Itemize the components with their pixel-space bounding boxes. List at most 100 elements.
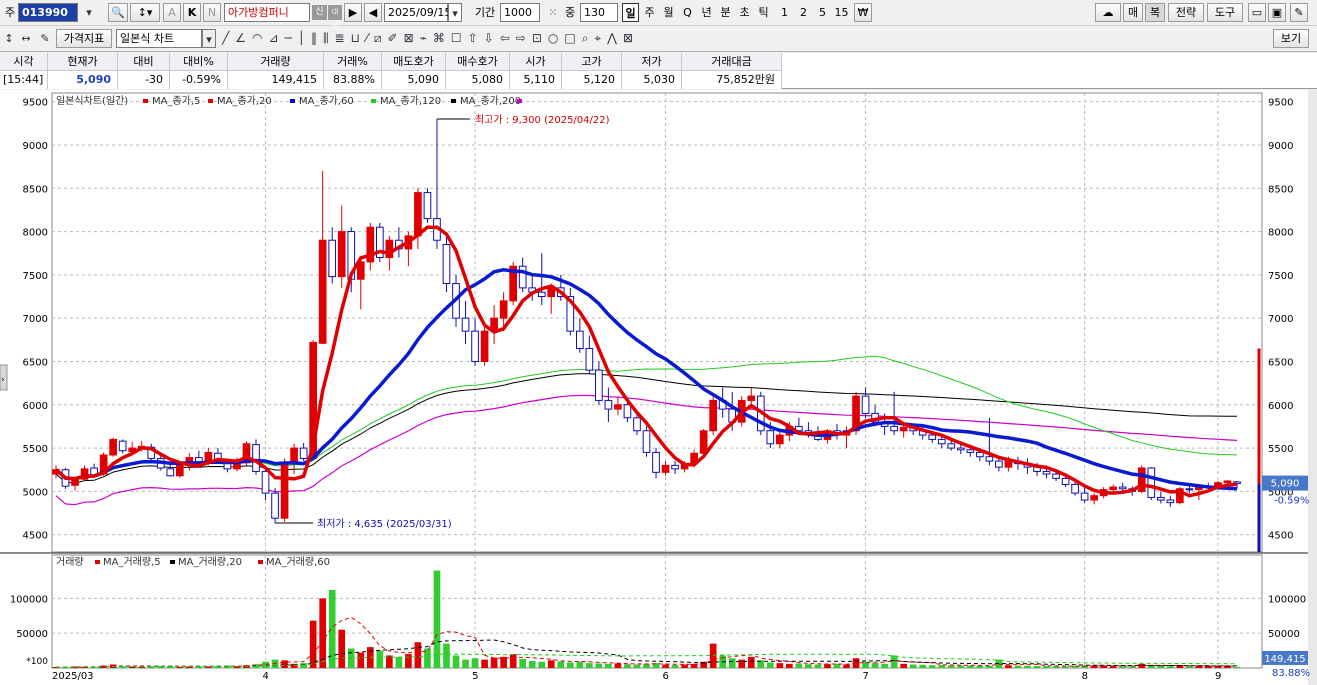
legend-swatch: [451, 99, 456, 103]
left-right-arrow-icon[interactable]: ↔: [17, 29, 35, 48]
tab-second[interactable]: 초: [736, 3, 753, 22]
volume-bar: [309, 620, 317, 668]
volume-bar: [471, 658, 479, 668]
quote-value: 5,080: [446, 71, 510, 89]
candle-body: [709, 399, 718, 432]
n-button[interactable]: N: [203, 3, 221, 22]
save-icon[interactable]: ▣: [1268, 3, 1286, 22]
edit-icon[interactable]: ✎: [36, 29, 54, 48]
calendar-dropdown-icon[interactable]: ▾: [448, 3, 462, 22]
quote-header: 대비%: [170, 53, 228, 71]
candle-body: [1109, 486, 1118, 491]
volume-bar: [766, 662, 774, 668]
date-field[interactable]: 2025/09/15: [384, 3, 451, 22]
candle-body: [652, 451, 660, 473]
stock-code-input[interactable]: 013990: [18, 3, 78, 22]
k-button[interactable]: K: [183, 3, 201, 22]
candle-body: [499, 300, 508, 319]
candle-body: [480, 330, 489, 362]
volume-legend-item: MA_거래량,20: [178, 556, 242, 568]
view-button[interactable]: 보기: [1273, 29, 1309, 48]
tab-tick[interactable]: 틱: [755, 3, 772, 22]
tab-quarter[interactable]: Q: [679, 3, 696, 22]
legend-swatch: [208, 99, 213, 103]
tab-1[interactable]: 1: [776, 3, 793, 22]
last-volume-pct: 83.88%: [1272, 668, 1310, 679]
legend-swatch: [95, 560, 100, 564]
quote-header: 현재가: [48, 53, 118, 71]
volume-unit: *100: [26, 657, 48, 667]
a-button[interactable]: A: [163, 3, 181, 22]
drawing-tools-icon[interactable]: ╱∠◠⊿─│‖⫼≣⊔⁄⧄✐⊠⌁⌘☐⇧⇩⇦⇨⊡○□⌕⌖⋀⊠: [222, 29, 912, 48]
candle-body: [623, 404, 632, 419]
tab-2[interactable]: 2: [795, 3, 812, 22]
last-price-label: 5,090: [1271, 479, 1300, 490]
tab-month[interactable]: 월: [660, 3, 677, 22]
count-input[interactable]: 130: [580, 3, 618, 22]
x-tick-label: 8: [1082, 671, 1088, 682]
tools-button[interactable]: 도구: [1207, 3, 1243, 22]
candle-body: [261, 470, 270, 494]
sort-icon[interactable]: ↕▾: [130, 3, 160, 22]
dropdown-arrow-icon[interactable]: ▾: [80, 3, 98, 22]
tab-day[interactable]: 일: [622, 3, 639, 22]
candle-body: [776, 434, 784, 445]
tab-5[interactable]: 5: [814, 3, 831, 22]
quote-header: 대비: [118, 53, 170, 71]
price-chart[interactable]: ›9500 95009000 90008500 85008000 80007500 750…: [0, 90, 1317, 685]
up-down-arrow-icon[interactable]: ↕: [0, 29, 18, 48]
volume-bar: [547, 660, 555, 668]
chart-type-select[interactable]: 일본식 차트: [116, 29, 202, 48]
period-input[interactable]: 1000: [500, 3, 540, 22]
tab-week[interactable]: 주: [641, 3, 658, 22]
folder-icon[interactable]: ▭: [1248, 3, 1266, 22]
volume-bar: [1233, 666, 1241, 668]
tab-minute[interactable]: 분: [717, 3, 734, 22]
volume-bar: [395, 656, 403, 668]
price-tick-right: 4500: [1268, 531, 1293, 542]
search-icon[interactable]: 🔍: [108, 3, 128, 22]
volume-bar: [919, 664, 927, 668]
prev-icon[interactable]: ◀: [364, 3, 382, 22]
copy-button[interactable]: 복: [1145, 3, 1165, 22]
buy-button[interactable]: 매: [1123, 3, 1143, 22]
candle-body: [1090, 495, 1098, 501]
collapse-arrow-icon: ›: [1, 375, 5, 385]
price-tick-right: 6000: [1268, 401, 1293, 412]
volume-bar: [976, 665, 984, 668]
volume-bar: [805, 664, 812, 668]
chart-type-dropdown-icon[interactable]: ▾: [202, 29, 216, 48]
price-tick-right: 9000: [1268, 141, 1293, 152]
candle-body: [1147, 467, 1156, 498]
indicator-button[interactable]: 가격지표: [56, 29, 112, 48]
volume-bar: [624, 664, 631, 668]
volume-bar: [433, 570, 441, 668]
wrench-icon[interactable]: ✎: [1290, 3, 1308, 22]
cloud-icon[interactable]: ☁: [1095, 3, 1121, 22]
volume-bar: [1166, 666, 1174, 668]
candle-body: [1118, 486, 1127, 490]
volume-bar: [290, 663, 298, 668]
candle-body: [766, 430, 775, 445]
volume-bar: [747, 656, 755, 668]
price-tick-left: 6500: [23, 357, 48, 368]
next-icon[interactable]: ▶: [344, 3, 362, 22]
price-tick-left: 9000: [23, 141, 48, 152]
quote-header: 매도호가: [382, 53, 446, 71]
strategy-button[interactable]: 전략: [1168, 3, 1204, 22]
quote-value: [15:44]: [0, 71, 48, 89]
grid-icon[interactable]: ⁙: [544, 3, 562, 22]
volume-bar: [138, 666, 146, 668]
candle-body: [1166, 499, 1175, 504]
candle-body: [299, 447, 308, 459]
price-tick-left: 7000: [23, 314, 48, 325]
currency-button[interactable]: ₩: [854, 3, 872, 22]
candle-body: [166, 468, 175, 477]
candle-body: [614, 404, 622, 410]
tab-year[interactable]: 년: [698, 3, 715, 22]
x-tick-label: 5: [472, 671, 478, 682]
volume-bar: [509, 654, 517, 668]
quote-header: 시각: [0, 53, 48, 71]
candle-body: [118, 440, 127, 452]
tab-15[interactable]: 15: [833, 3, 850, 22]
